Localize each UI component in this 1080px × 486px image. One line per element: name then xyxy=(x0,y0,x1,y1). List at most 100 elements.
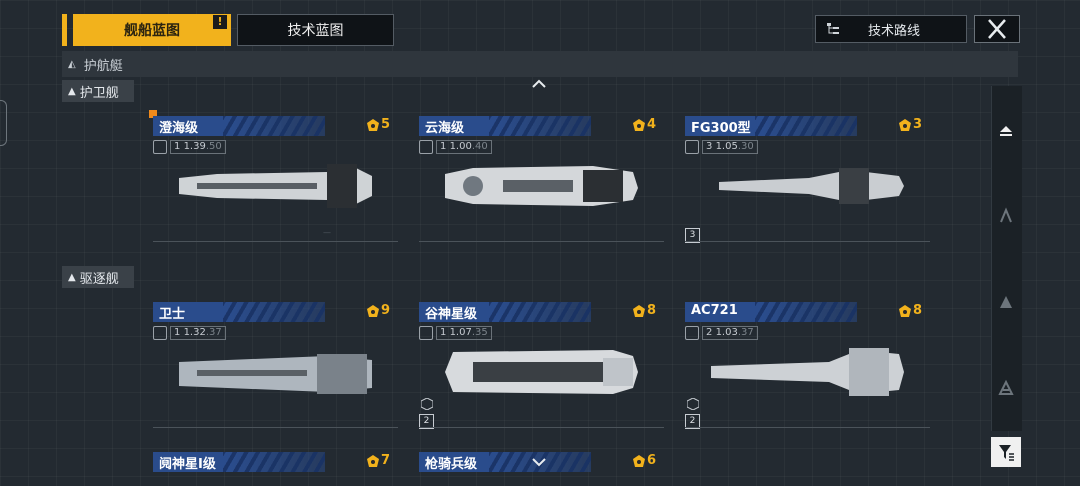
resource-icon xyxy=(632,118,645,131)
stat-tier: 1 xyxy=(440,327,447,338)
ship-cost: 7 xyxy=(366,453,390,468)
ship-image xyxy=(179,354,372,394)
ship-stats: 1 1.32.37 xyxy=(153,326,226,340)
ship-name: 阋神星I级 xyxy=(159,457,216,472)
destroyer-class-icon[interactable] xyxy=(996,292,1016,312)
stat-tier: 1 xyxy=(440,141,447,152)
stat-tier: 3 xyxy=(706,141,713,152)
card-baseline xyxy=(419,241,664,242)
stat-b: .35 xyxy=(471,327,488,338)
ship-cost: 4 xyxy=(632,117,656,132)
tree-icon xyxy=(827,23,839,34)
ship-name: 澄海级 xyxy=(159,121,199,136)
ship-name: 谷神星级 xyxy=(425,307,478,322)
stat-a: 1.32 xyxy=(183,327,206,338)
stat-tier: 1 xyxy=(174,327,181,338)
tab-tech-blueprint[interactable]: 技术蓝图 xyxy=(237,14,394,46)
ship-card[interactable]: 澄海级 5 1 1.39.50 — xyxy=(153,116,398,256)
hull-icon xyxy=(153,326,167,340)
stat-b: .50 xyxy=(205,141,222,152)
triangle-icon: ▲ xyxy=(68,271,76,283)
ship-stats: 1 1.00.40 xyxy=(419,140,492,154)
resource-icon xyxy=(632,304,645,317)
ship-name: AC721 xyxy=(691,303,738,318)
tech-route-label: 技术路线 xyxy=(867,23,920,39)
tab-ship-blueprint-label: 舰船蓝图 xyxy=(124,23,180,39)
globe-icon xyxy=(685,140,699,154)
notification-badge: ! xyxy=(212,14,228,30)
ship-name: 卫士 xyxy=(159,307,186,322)
scale-text: — xyxy=(323,228,331,237)
ship-image xyxy=(445,166,638,206)
side-drawer-handle[interactable] xyxy=(0,100,7,146)
ship-cost-value: 8 xyxy=(646,303,656,318)
escort-class-icon[interactable] xyxy=(996,120,1016,140)
stat-a: 1.05 xyxy=(715,141,738,152)
ship-cost-value: 6 xyxy=(646,453,656,468)
ship-card[interactable]: 卫士 9 1 1.32.37 xyxy=(153,302,398,442)
stat-b: .37 xyxy=(205,327,222,338)
hexagon-icon xyxy=(687,398,699,410)
ship-cost-value: 9 xyxy=(380,303,390,318)
section-frigate[interactable]: ▲ 护卫舰 xyxy=(62,80,134,102)
hull-icon xyxy=(419,140,433,154)
chevron-up-icon[interactable] xyxy=(530,78,548,90)
ship-name: 枪骑兵级 xyxy=(425,457,478,472)
card-baseline xyxy=(685,427,930,428)
stat-a: 1.39 xyxy=(183,141,206,152)
card-baseline xyxy=(685,241,930,242)
stat-a: 1.00 xyxy=(449,141,472,152)
ship-cost-value: 7 xyxy=(380,453,390,468)
resource-icon xyxy=(898,304,911,317)
layers-icon: ◭ xyxy=(68,58,76,70)
ship-card[interactable]: 谷神星级 8 1 1.07.35 2 xyxy=(419,302,664,442)
ship-class-bar[interactable]: ◭ 护航艇 xyxy=(62,51,1018,77)
filter-button[interactable] xyxy=(991,437,1021,467)
card-baseline xyxy=(419,427,664,428)
ship-cost: 9 xyxy=(366,303,390,318)
section-frigate-label: 护卫舰 xyxy=(79,85,119,101)
hull-icon xyxy=(153,140,167,154)
resource-icon xyxy=(366,304,379,317)
ship-cost: 8 xyxy=(632,303,656,318)
close-button[interactable] xyxy=(974,15,1020,43)
ship-image xyxy=(719,168,904,204)
card-baseline xyxy=(153,241,398,242)
ship-card[interactable]: AC721 8 2 1.03.37 2 xyxy=(685,302,930,442)
filter-icon xyxy=(999,445,1014,461)
stat-b: .40 xyxy=(471,141,488,152)
cruiser-class-icon[interactable] xyxy=(996,378,1016,398)
ship-name: FG300型 xyxy=(691,121,751,136)
card-baseline xyxy=(153,427,398,428)
tech-route-button[interactable]: 技术路线 xyxy=(815,15,967,43)
ship-image xyxy=(445,350,638,394)
hexagon-icon xyxy=(421,398,433,410)
ship-card[interactable]: 云海级 4 1 1.00.40 xyxy=(419,116,664,256)
stat-b: .37 xyxy=(737,327,754,338)
ship-stats: 3 1.05.30 xyxy=(685,140,758,154)
frigate-class-icon[interactable] xyxy=(996,206,1016,226)
globe-icon xyxy=(685,326,699,340)
ship-cost: 6 xyxy=(632,453,656,468)
ship-cost: 3 xyxy=(898,117,922,132)
ship-cost-value: 8 xyxy=(912,303,922,318)
ship-cost: 8 xyxy=(898,303,922,318)
close-icon xyxy=(988,19,1006,39)
ship-class-label: 护航艇 xyxy=(83,58,123,74)
chevron-down-icon[interactable] xyxy=(530,456,548,468)
resource-icon xyxy=(898,118,911,131)
ship-cost-value: 5 xyxy=(380,117,390,132)
ship-card[interactable]: FG300型 3 3 1.05.30 3 xyxy=(685,116,930,256)
section-destroyer[interactable]: ▲ 驱逐舰 xyxy=(62,266,134,288)
ship-card[interactable]: 阋神星I级 7 xyxy=(153,452,398,486)
stat-a: 1.07 xyxy=(449,327,472,338)
stat-b: .30 xyxy=(737,141,754,152)
ship-stats: 1 1.39.50 xyxy=(153,140,226,154)
section-destroyer-label: 驱逐舰 xyxy=(79,271,119,287)
ship-cost-value: 4 xyxy=(646,117,656,132)
resource-icon xyxy=(366,118,379,131)
ship-name: 云海级 xyxy=(425,121,465,136)
tab-ship-blueprint[interactable]: 舰船蓝图 ! xyxy=(73,14,231,46)
resource-icon xyxy=(366,454,379,467)
stat-a: 1.03 xyxy=(715,327,738,338)
